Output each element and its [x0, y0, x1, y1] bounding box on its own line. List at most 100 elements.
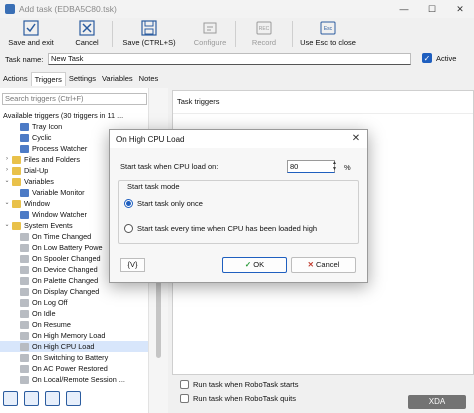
tree-item-label: On High CPU Load — [32, 342, 95, 351]
checkbox-icon — [180, 379, 189, 389]
collapse-tree-icon[interactable] — [66, 391, 81, 406]
trigger-icon — [20, 254, 29, 263]
tree-item-label: Dial-Up — [24, 166, 49, 175]
dialog-title: On High CPU Load — [110, 130, 367, 148]
check-icon: ✓ — [244, 260, 252, 269]
tree-item[interactable]: On Resume — [0, 319, 148, 330]
tree-item[interactable]: On Switching to Battery — [0, 352, 148, 363]
trigger-icon — [20, 188, 29, 197]
trigger-icon — [20, 331, 29, 340]
tree-item[interactable]: On Idle — [0, 308, 148, 319]
folder-icon — [12, 221, 21, 230]
trigger-icon — [20, 276, 29, 285]
detail-view-icon[interactable] — [24, 391, 39, 406]
trigger-icon — [20, 364, 29, 373]
tab-triggers[interactable]: Triggers — [30, 72, 66, 86]
toolbar: Save and exit Cancel Save (CTRL+S) Confi… — [0, 18, 474, 50]
run-options: Run task when RoboTask starts Run task w… — [180, 377, 298, 405]
trigger-icon — [20, 320, 29, 329]
folder-icon — [12, 199, 21, 208]
trigger-icon — [20, 375, 29, 384]
maximize-icon[interactable]: ☐ — [418, 0, 446, 18]
app-icon — [5, 4, 15, 14]
list-view-icon[interactable] — [3, 391, 18, 406]
esc-key-icon: Esc — [320, 21, 336, 35]
tab-notes[interactable]: Notes — [136, 72, 162, 86]
ok-button[interactable]: ✓ OK — [222, 257, 287, 273]
save-and-exit-button[interactable]: Save and exit — [0, 18, 62, 50]
trigger-icon — [20, 265, 29, 274]
run-on-start-checkbox[interactable]: Run task when RoboTask starts — [180, 377, 298, 391]
use-esc-to-close-button[interactable]: Esc Use Esc to close — [293, 18, 363, 50]
trigger-icon — [20, 342, 29, 351]
tab-actions[interactable]: Actions — [0, 72, 31, 86]
configure-button[interactable]: Configure — [185, 18, 235, 50]
tree-item-label: Process Watcher — [32, 144, 88, 153]
divider — [173, 113, 473, 114]
radio-start-once[interactable]: Start task only once — [124, 199, 203, 208]
tree-item[interactable]: Available triggers (30 triggers in 11 ..… — [0, 110, 148, 121]
tree-item[interactable]: On AC Power Restored — [0, 363, 148, 374]
cancel-icon — [79, 20, 95, 36]
tree-item-label: Tray Icon — [32, 122, 63, 131]
run-on-quit-checkbox[interactable]: Run task when RoboTask quits — [180, 391, 298, 405]
tree-item-label: Available triggers (30 triggers in 11 ..… — [3, 111, 124, 120]
tree-item-label: Window — [24, 199, 50, 208]
trigger-icon — [20, 210, 29, 219]
tree-item-label: On Spooler Changed — [32, 254, 101, 263]
start-mode-label: Start task mode — [125, 182, 182, 191]
expand-chevron-icon[interactable]: ⌄ — [3, 220, 11, 231]
tree-item[interactable]: On High Memory Load — [0, 330, 148, 341]
trigger-icon — [20, 133, 29, 142]
svg-text:REC: REC — [259, 26, 270, 32]
cancel-button[interactable]: Cancel — [62, 18, 112, 50]
close-icon[interactable]: ✕ — [446, 0, 474, 18]
trigger-icon — [20, 287, 29, 296]
task-name-input[interactable]: New Task — [48, 53, 411, 65]
trigger-icon — [20, 232, 29, 241]
radio-selected-icon — [124, 199, 133, 208]
tree-item-label: On Device Changed — [32, 265, 98, 274]
tree-item-label: On Low Battery Powe — [32, 243, 103, 252]
tree-item[interactable]: On Display Changed — [0, 286, 148, 297]
cpu-load-label: Start task when CPU load on: — [120, 162, 219, 171]
minimize-icon[interactable]: — — [390, 0, 418, 18]
active-checkbox[interactable]: ✓ Active — [422, 53, 456, 63]
trigger-icon — [20, 353, 29, 362]
trigger-icon — [20, 122, 29, 131]
task-triggers-header: Task triggers — [177, 97, 220, 106]
trigger-icon — [20, 309, 29, 318]
search-triggers-input[interactable]: Search triggers (Ctrl+F) — [2, 93, 147, 105]
tree-item-label: On Local/Remote Session ... — [32, 375, 125, 384]
task-name-label: Task name: — [5, 54, 44, 64]
folder-icon — [12, 177, 21, 186]
tree-item[interactable]: On High CPU Load — [0, 341, 148, 352]
tab-bar: Actions Triggers Settings Variables Note… — [0, 72, 161, 86]
tree-item[interactable]: On Log Off — [0, 297, 148, 308]
percent-label: % — [344, 163, 351, 172]
tab-variables[interactable]: Variables — [99, 72, 136, 86]
expand-chevron-icon[interactable]: › — [3, 154, 11, 165]
radio-start-every-time[interactable]: Start task every time when CPU has been … — [124, 224, 317, 233]
save-button[interactable]: Save (CTRL+S) — [113, 18, 185, 50]
tab-settings[interactable]: Settings — [66, 72, 99, 86]
spin-down-icon[interactable]: ▼ — [330, 166, 339, 172]
tree-item-label: On Resume — [32, 320, 71, 329]
trigger-icon — [20, 144, 29, 153]
tree-item-label: Variables — [24, 177, 54, 186]
dialog-cancel-button[interactable]: ✕ Cancel — [291, 257, 356, 273]
record-icon: REC — [256, 21, 272, 35]
expand-chevron-icon[interactable]: ⌄ — [3, 198, 11, 209]
expand-chevron-icon[interactable]: › — [3, 165, 11, 176]
expand-tree-icon[interactable] — [45, 391, 60, 406]
tree-item-label: On Log Off — [32, 298, 68, 307]
record-button[interactable]: REC Record — [236, 18, 292, 50]
spin-buttons[interactable]: ▲ ▼ — [330, 160, 339, 173]
variables-button[interactable]: {V} — [120, 258, 145, 272]
tree-item[interactable]: On Local/Remote Session ... — [0, 374, 148, 385]
cpu-load-input[interactable]: 80 — [287, 160, 335, 173]
tree-view-buttons — [3, 391, 81, 406]
window-title: Add task (EDBA5C80.tsk) — [19, 4, 117, 14]
expand-chevron-icon[interactable]: ⌄ — [3, 176, 11, 187]
close-icon[interactable]: ✕ — [349, 132, 363, 146]
